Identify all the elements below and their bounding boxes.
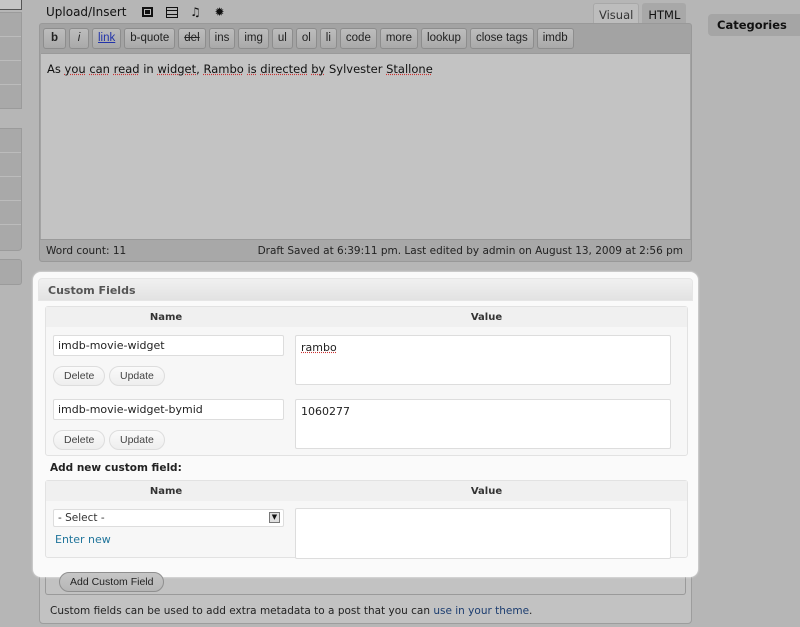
custom-fields-note: Custom fields can be used to add extra m… [50, 605, 533, 617]
post-content-textarea[interactable]: As you can read in widget, Rambo is dire… [41, 53, 690, 240]
column-header-name: Name [149, 485, 183, 497]
editor-status-bar: Word count: 11 Draft Saved at 6:39:11 pm… [40, 239, 691, 261]
tab-html[interactable]: HTML [642, 3, 687, 24]
quicktag-ol-button[interactable]: ol [295, 28, 317, 49]
column-header-value: Value [470, 311, 503, 323]
custom-field-value-input[interactable]: rambo [295, 335, 671, 385]
quicktag-li-button[interactable]: li [319, 28, 337, 49]
quicktag-ul-button[interactable]: ul [271, 28, 293, 49]
use-in-theme-link[interactable]: use in your theme [433, 605, 529, 617]
quicktag-more-button[interactable]: more [379, 28, 419, 49]
custom-field-key-input[interactable]: imdb-movie-widget-bymid [53, 399, 284, 420]
left-menu-group-2[interactable] [0, 128, 22, 251]
update-field-button[interactable]: Update [109, 366, 165, 386]
add-audio-icon[interactable]: ♫ [189, 5, 203, 19]
categories-box-title[interactable]: Categories [708, 14, 800, 36]
quicktags-toolbar: b i link b-quote del ins img ul ol li co… [43, 28, 574, 49]
quicktag-del-button[interactable]: del [178, 28, 206, 49]
custom-field-key-input[interactable]: imdb-movie-widget [53, 335, 284, 356]
quicktag-link-button[interactable]: link [92, 28, 122, 49]
left-menu-stub-top [0, 0, 22, 10]
quicktag-ins-button[interactable]: ins [208, 28, 236, 49]
quicktag-italic-button[interactable]: i [69, 28, 89, 49]
quicktag-close-tags-button[interactable]: close tags [469, 28, 534, 49]
post-editor: b i link b-quote del ins img ul ol li co… [39, 23, 692, 262]
delete-field-button[interactable]: Delete [53, 430, 106, 450]
upload-insert-bar: Upload/Insert ♫ ✹ [46, 5, 227, 19]
editor-mode-tabs: Visual HTML [593, 3, 687, 24]
quicktag-img-button[interactable]: img [238, 28, 269, 49]
custom-fields-title: Custom Fields [38, 278, 693, 301]
add-video-icon[interactable] [165, 5, 179, 19]
custom-field-row: imdb-movie-widget Delete Update rambo [46, 327, 687, 391]
add-new-custom-field-label: Add new custom field: [50, 462, 182, 474]
update-field-button[interactable]: Update [109, 430, 165, 450]
column-header-value: Value [470, 485, 503, 497]
quicktag-imdb-button[interactable]: imdb [536, 28, 574, 49]
left-menu-group-3[interactable] [0, 259, 22, 285]
new-field-value-input[interactable] [295, 508, 671, 559]
chevron-down-icon[interactable]: ▼ [269, 512, 280, 523]
existing-custom-fields-table: Name Value imdb-movie-widget Delete Upda… [45, 306, 688, 456]
enter-new-link[interactable]: Enter new [55, 533, 111, 546]
new-custom-field-table: Name Value - Select - ▼ Enter new [45, 480, 688, 559]
upload-insert-label: Upload/Insert [46, 5, 127, 19]
add-media-icon[interactable]: ✹ [213, 5, 227, 19]
delete-field-button[interactable]: Delete [53, 366, 106, 386]
quicktag-lookup-button[interactable]: lookup [421, 28, 467, 49]
left-menu-group-1[interactable] [0, 12, 22, 109]
tab-visual[interactable]: Visual [593, 3, 640, 24]
custom-field-row: imdb-movie-widget-bymid Delete Update 10… [46, 391, 687, 455]
custom-field-key-select[interactable]: - Select - ▼ [53, 509, 284, 527]
draft-saved-status: Draft Saved at 6:39:11 pm. Last edited b… [257, 244, 683, 257]
column-header-name: Name [149, 311, 183, 323]
quicktag-code-button[interactable]: code [339, 28, 377, 49]
add-custom-field-button[interactable]: Add Custom Field [59, 572, 165, 592]
quicktag-bquote-button[interactable]: b-quote [124, 28, 176, 49]
custom-field-value-input[interactable]: 1060277 [295, 399, 671, 449]
custom-fields-highlight: Custom Fields Name Value imdb-movie-widg… [33, 272, 698, 577]
add-image-icon[interactable] [141, 5, 155, 19]
new-field-row: - Select - ▼ Enter new [46, 501, 687, 565]
word-count: Word count: 11 [46, 244, 127, 257]
quicktag-bold-button[interactable]: b [43, 28, 66, 49]
